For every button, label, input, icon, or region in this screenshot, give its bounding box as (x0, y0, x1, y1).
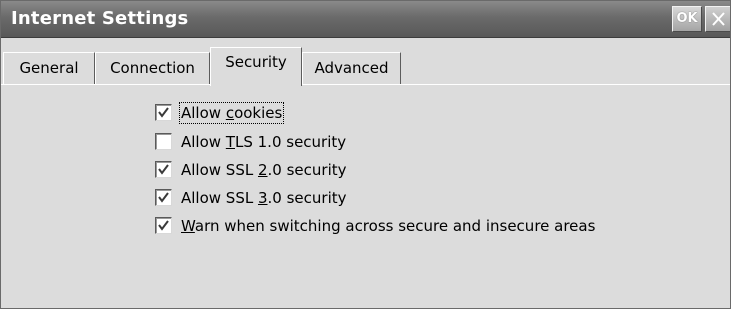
security-panel: Allow cookies Allow TLS 1.0 security All… (1, 85, 730, 307)
tab-security[interactable]: Security (210, 47, 302, 86)
checkmark-icon (158, 220, 169, 231)
tab-advanced[interactable]: Advanced (302, 52, 401, 84)
warn-switching-label: Warn when switching across secure and in… (181, 217, 596, 235)
tab-divider (1, 84, 730, 85)
close-icon (712, 12, 725, 26)
allow-tls-label: Allow TLS 1.0 security (181, 133, 347, 151)
warn-switching-checkbox[interactable] (155, 217, 172, 234)
allow-tls-checkbox[interactable] (155, 133, 172, 150)
allow-cookies-checkbox[interactable] (155, 104, 172, 121)
tab-general[interactable]: General (3, 52, 95, 84)
checkmark-icon (158, 164, 169, 175)
tab-strip: General Connection Security Advanced (1, 38, 730, 86)
tab-connection[interactable]: Connection (95, 52, 210, 84)
allow-ssl3-label: Allow SSL 3.0 security (181, 189, 347, 207)
internet-settings-window: Internet Settings OK General Connection … (0, 0, 731, 309)
allow-ssl2-checkbox[interactable] (155, 161, 172, 178)
allow-cookies-label: Allow cookies (178, 102, 285, 124)
ok-button[interactable]: OK (672, 6, 702, 32)
window-title: Internet Settings (11, 8, 189, 29)
close-button[interactable] (705, 6, 730, 32)
checkmark-icon (158, 192, 169, 203)
allow-ssl3-checkbox[interactable] (155, 189, 172, 206)
allow-ssl2-label: Allow SSL 2.0 security (181, 161, 347, 179)
checkmark-icon (158, 107, 169, 118)
title-bar[interactable]: Internet Settings OK (1, 1, 730, 38)
